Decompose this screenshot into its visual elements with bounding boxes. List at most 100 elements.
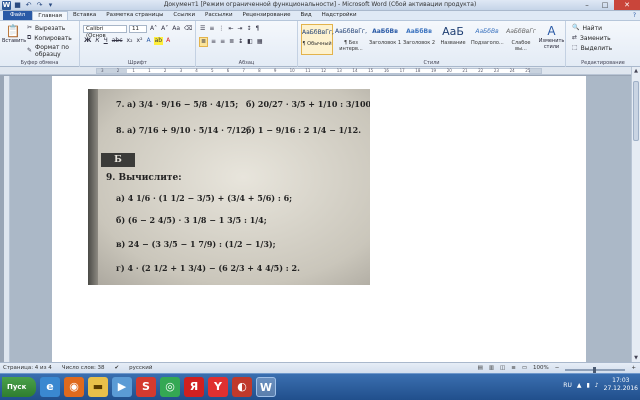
tab-file[interactable]: Файл: [3, 11, 33, 20]
shrink-font-icon[interactable]: A˅: [160, 25, 169, 33]
tab-addins[interactable]: Надстройки: [317, 11, 362, 20]
change-styles-button[interactable]: A Изменить стили: [538, 24, 565, 50]
view-outline-icon[interactable]: ≡: [511, 363, 516, 373]
view-print-layout-icon[interactable]: ▤: [478, 363, 483, 373]
language-indicator[interactable]: русский: [129, 363, 152, 373]
vertical-scrollbar[interactable]: ▲ ▼: [631, 67, 640, 362]
horizontal-ruler[interactable]: 3 2 1 1 2 3 4 5 6 7 8 9 10 11 12 13 14 15 16 17 18 19 20 21 22 23…: [0, 67, 640, 75]
start-button[interactable]: Пуск: [2, 377, 36, 397]
tab-review[interactable]: Рецензирование: [238, 11, 296, 20]
align-center-icon[interactable]: ≡: [210, 38, 217, 46]
yandex-taskbar-icon[interactable]: Я: [184, 377, 204, 397]
tab-home[interactable]: Главная: [32, 11, 68, 20]
maximize-button[interactable]: □: [596, 0, 614, 10]
justify-icon[interactable]: ≣: [228, 38, 235, 46]
clear-format-icon[interactable]: ⌫: [183, 25, 193, 33]
word-taskbar-icon[interactable]: W: [256, 377, 276, 397]
borders-icon[interactable]: ▦: [256, 38, 264, 46]
style-subtle-emphasis[interactable]: АаБбВвГг Слабое вы...: [505, 24, 537, 55]
document-area[interactable]: 7. а) 3/4 · 9/16 − 5/8 · 4/15; б) 20/27 …: [10, 76, 631, 362]
network-icon[interactable]: ▮: [586, 382, 589, 389]
multilevel-list-icon[interactable]: ⋮: [217, 25, 225, 33]
tray-expand-icon[interactable]: ▲: [577, 382, 582, 389]
minimize-button[interactable]: –: [578, 0, 596, 10]
paragraph-group: ☰ ≡ ⋮ ⇤ ⇥ ↕ ¶ ≣ ≡ ≡ ≣ ↨ ◧ ▦ Абзац: [196, 21, 298, 67]
scroll-down-icon[interactable]: ▼: [632, 354, 640, 362]
scissors-icon: ✂: [27, 24, 33, 31]
strikethrough-icon[interactable]: abc: [111, 37, 124, 45]
view-draft-icon[interactable]: ▭: [522, 363, 527, 373]
style-normal[interactable]: АаБбВвГг, ¶ Обычный: [301, 24, 334, 55]
style-heading-1[interactable]: АаБбВв Заголовок 1: [369, 24, 401, 55]
zoom-out-icon[interactable]: −: [555, 363, 560, 373]
copy-button[interactable]: ⧉ Копировать: [26, 34, 72, 42]
sort-icon[interactable]: ↕: [245, 25, 252, 33]
scroll-thumb[interactable]: [633, 81, 639, 141]
subscript-icon[interactable]: x₂: [126, 37, 134, 45]
help-icon[interactable]: ?: [633, 11, 636, 20]
underline-icon[interactable]: Ч: [103, 37, 109, 45]
skype-taskbar-icon[interactable]: S: [136, 377, 156, 397]
keyboard-language[interactable]: RU: [563, 382, 572, 389]
brush-icon: ✎: [27, 47, 33, 54]
view-web-icon[interactable]: ◫: [500, 363, 505, 373]
tab-references[interactable]: Ссылки: [168, 11, 200, 20]
scroll-up-icon[interactable]: ▲: [632, 67, 640, 75]
select-button[interactable]: ⬚ Выделить: [571, 44, 612, 52]
chrome-taskbar-icon[interactable]: ◎: [160, 377, 180, 397]
clock[interactable]: 17:03 27.12.2016: [604, 377, 638, 393]
align-right-icon[interactable]: ≡: [219, 38, 226, 46]
ie-taskbar-icon[interactable]: e: [40, 377, 60, 397]
zoom-level[interactable]: 100%: [533, 363, 549, 373]
styles-group-label: Стили: [423, 60, 440, 66]
format-painter-button[interactable]: ✎ Формат по образцу: [26, 44, 79, 58]
style-subtitle[interactable]: АаБбВв Подзаголо...: [471, 24, 504, 55]
section-badge: Б: [101, 153, 135, 167]
font-size-select[interactable]: 11: [129, 25, 147, 33]
show-marks-icon[interactable]: ¶: [255, 25, 261, 33]
exercise-9b: б) (6 − 2 4/5) · 3 1/8 − 1 3/5 : 1/4;: [116, 215, 267, 225]
style-no-spacing[interactable]: АаБбВвГг, ¶ Без интерв...: [335, 24, 367, 55]
view-reading-icon[interactable]: ▥: [489, 363, 494, 373]
bullets-icon[interactable]: ☰: [199, 25, 206, 33]
app-taskbar-icon[interactable]: ◐: [232, 377, 252, 397]
tab-view[interactable]: Вид: [296, 11, 317, 20]
tab-insert[interactable]: Вставка: [68, 11, 101, 20]
explorer-taskbar-icon[interactable]: ▬: [88, 377, 108, 397]
tab-mailings[interactable]: Рассылки: [200, 11, 238, 20]
zoom-in-icon[interactable]: +: [631, 363, 636, 373]
line-spacing-icon[interactable]: ↨: [237, 38, 244, 46]
cut-button[interactable]: ✂ Вырезать: [26, 24, 65, 32]
italic-icon[interactable]: К: [94, 37, 100, 45]
zoom-slider[interactable]: [565, 367, 626, 373]
volume-icon[interactable]: ♪: [595, 382, 599, 389]
decrease-indent-icon[interactable]: ⇤: [227, 25, 234, 33]
font-color-icon[interactable]: A: [165, 37, 171, 45]
ruler-tick: 23: [493, 68, 499, 73]
replace-button[interactable]: ⇄ Заменить: [571, 34, 611, 42]
numbering-icon[interactable]: ≡: [208, 25, 215, 33]
superscript-icon[interactable]: x²: [136, 37, 144, 45]
document-page[interactable]: 7. а) 3/4 · 9/16 − 5/8 · 4/15; б) 20/27 …: [52, 76, 586, 362]
word-count[interactable]: Число слов: 38: [62, 363, 105, 373]
style-title[interactable]: АаБ Название: [437, 24, 469, 55]
text-effects-icon[interactable]: A: [145, 37, 151, 45]
tab-page-layout[interactable]: Разметка страницы: [101, 11, 168, 20]
align-left-icon[interactable]: ≣: [199, 37, 209, 47]
yandex-browser-taskbar-icon[interactable]: Y: [208, 377, 228, 397]
change-case-icon[interactable]: Aa: [171, 25, 181, 33]
spellcheck-icon[interactable]: ✔: [115, 363, 120, 373]
increase-indent-icon[interactable]: ⇥: [236, 25, 243, 33]
grow-font-icon[interactable]: A˄: [149, 25, 158, 33]
style-heading-2[interactable]: АаБбВв Заголовок 2: [403, 24, 435, 55]
media-taskbar-icon[interactable]: ▶: [112, 377, 132, 397]
shading-icon[interactable]: ◧: [246, 38, 254, 46]
highlight-icon[interactable]: ab: [153, 37, 164, 45]
page-count[interactable]: Страница: 4 из 4: [3, 363, 52, 373]
firefox-taskbar-icon[interactable]: ◉: [64, 377, 84, 397]
paste-button[interactable]: 📋 Вставить: [2, 24, 26, 44]
find-button[interactable]: 🔍 Найти: [571, 24, 602, 32]
bold-icon[interactable]: Ж: [83, 37, 92, 45]
close-button[interactable]: ✕: [614, 0, 640, 10]
font-family-select[interactable]: Calibri (Основ: [83, 25, 127, 39]
